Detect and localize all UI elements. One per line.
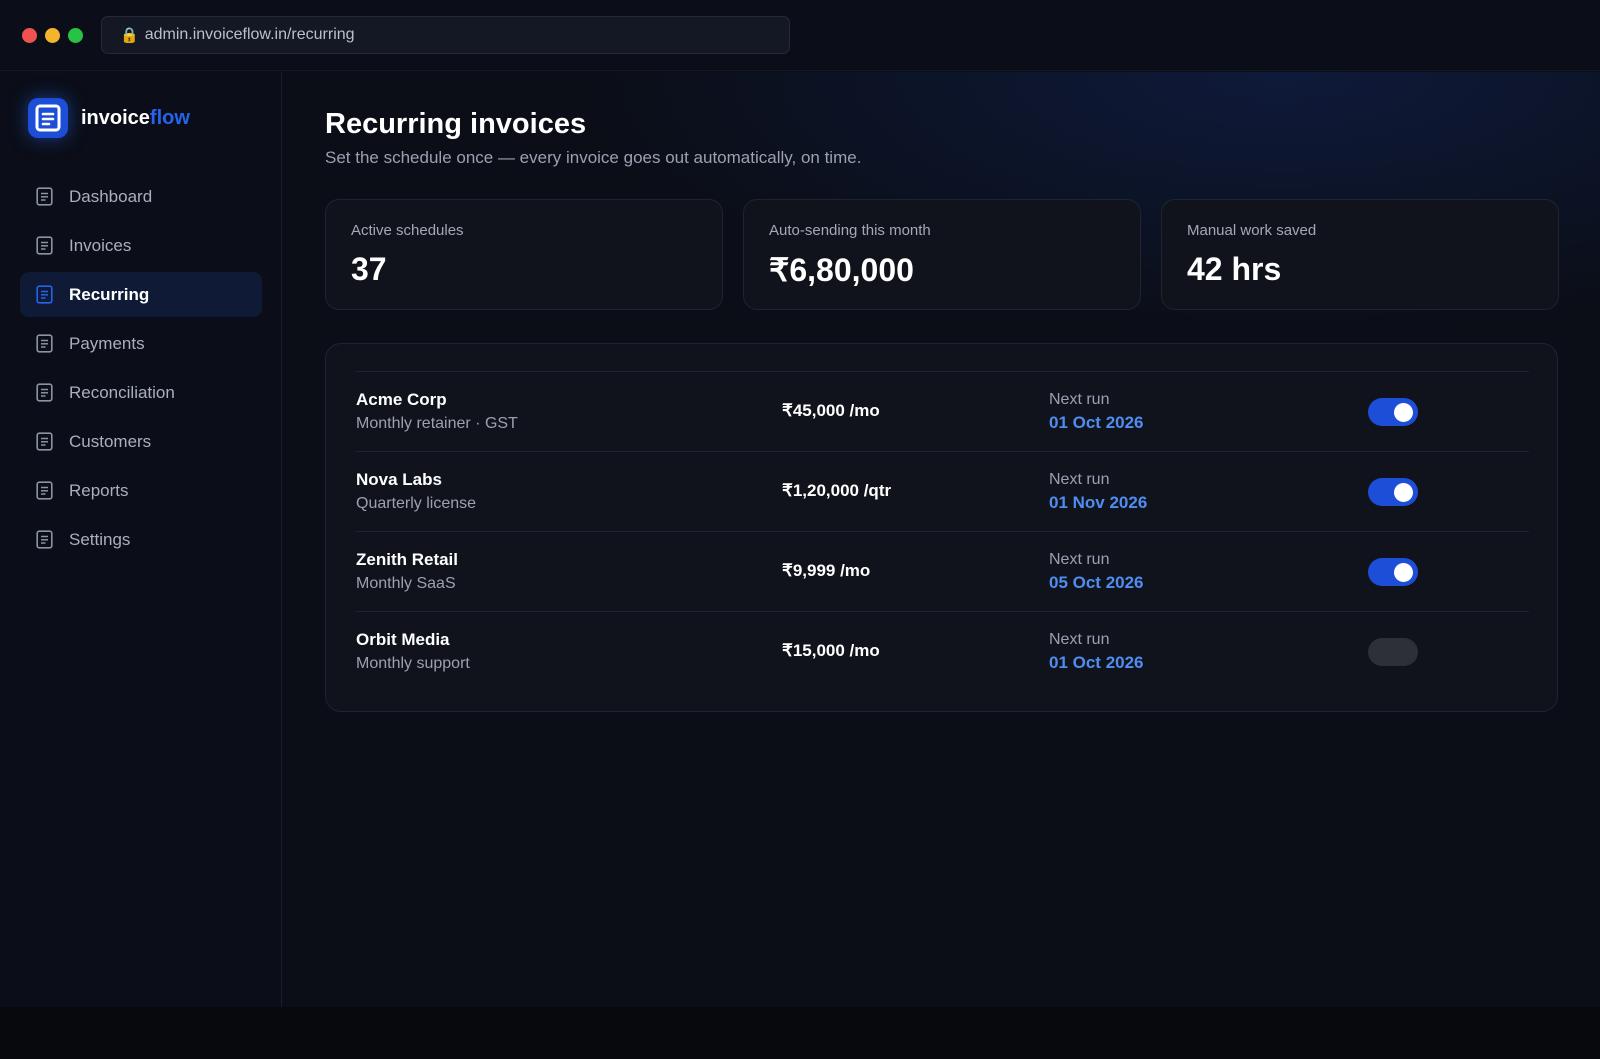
client-cell: Zenith Retail Monthly SaaS — [356, 550, 458, 593]
next-run-label: Next run — [1049, 471, 1110, 488]
sidebar-item-payments[interactable]: Payments — [20, 321, 262, 366]
client-name: Orbit Media — [356, 630, 450, 649]
page-subtitle: Set the schedule once — every invoice go… — [325, 148, 862, 167]
client-cell: Nova Labs Quarterly license — [356, 470, 476, 513]
document-icon — [36, 530, 53, 549]
schedule-toggle[interactable] — [1368, 558, 1418, 586]
amount: ₹1,20,000 /qtr — [782, 481, 892, 500]
amount: ₹45,000 /mo — [782, 401, 880, 420]
stat-card-auto-sending: Auto-sending this month ₹6,80,000 — [743, 199, 1141, 310]
sidebar-item-invoices[interactable]: Invoices — [20, 223, 262, 268]
main-content: Recurring invoices Set the schedule once… — [283, 72, 1600, 1007]
next-run-cell: Next run 01 Oct 2026 — [1049, 631, 1144, 673]
close-window-button[interactable] — [22, 28, 37, 43]
next-run-date: 01 Oct 2026 — [1049, 413, 1144, 432]
sidebar-item-label: Payments — [69, 333, 145, 353]
client-name: Zenith Retail — [356, 550, 459, 569]
brand-name: invoiceflow — [81, 107, 190, 130]
sidebar-item-label: Customers — [69, 431, 152, 451]
next-run-date: 05 Oct 2026 — [1049, 573, 1144, 592]
amount: ₹9,999 /mo — [782, 561, 871, 580]
lock-icon: 🔒 — [120, 27, 139, 44]
recurring-schedules-table: Acme Corp Monthly retainer · GST ₹45,000… — [325, 343, 1558, 712]
next-run-cell: Next run 01 Nov 2026 — [1049, 471, 1147, 513]
toggle-knob — [1394, 563, 1413, 582]
next-run-cell: Next run 01 Oct 2026 — [1049, 391, 1144, 433]
sidebar-item-label: Reports — [69, 480, 129, 500]
document-icon — [36, 383, 53, 402]
sidebar-item-label: Dashboard — [69, 186, 153, 206]
schedule-toggle[interactable] — [1368, 638, 1418, 666]
stat-card-active-schedules: Active schedules 37 — [325, 199, 723, 310]
table-row[interactable]: Orbit Media Monthly support ₹15,000 /mo … — [356, 611, 1529, 691]
client-description: Monthly retainer · GST — [356, 415, 518, 432]
stat-card-manual-work-saved: Manual work saved 42 hrs — [1161, 199, 1559, 310]
toggle-knob — [1394, 483, 1413, 502]
stat-label: Auto-sending this month — [769, 222, 931, 239]
client-name: Acme Corp — [356, 390, 447, 409]
document-icon — [36, 187, 53, 206]
document-icon — [36, 432, 53, 451]
sidebar-item-recurring[interactable]: Recurring — [20, 272, 262, 317]
sidebar-item-reports[interactable]: Reports — [20, 468, 262, 513]
client-name: Nova Labs — [356, 470, 442, 489]
stat-label: Manual work saved — [1187, 222, 1317, 239]
sidebar-item-label: Invoices — [69, 235, 132, 255]
schedule-toggle[interactable] — [1368, 478, 1418, 506]
brand[interactable]: invoiceflow — [28, 98, 190, 138]
client-description: Monthly support — [356, 655, 470, 672]
toggle-knob — [1394, 403, 1413, 422]
sidebar-item-customers[interactable]: Customers — [20, 419, 262, 464]
document-icon — [36, 285, 53, 304]
document-icon — [36, 481, 53, 500]
stat-value: 37 — [351, 251, 387, 287]
browser-titlebar: 🔒 admin.invoiceflow.in/recurring — [0, 0, 1600, 71]
sidebar-nav: Dashboard Invoices Recurring Payments Reconc… — [20, 174, 262, 566]
address-bar[interactable]: 🔒 admin.invoiceflow.in/recurring — [101, 16, 790, 54]
brand-name-accent: flow — [149, 106, 190, 129]
minimize-window-button[interactable] — [45, 28, 60, 43]
table-row[interactable]: Zenith Retail Monthly SaaS ₹9,999 /mo Ne… — [356, 531, 1529, 611]
document-icon — [36, 236, 53, 255]
next-run-cell: Next run 05 Oct 2026 — [1049, 551, 1144, 593]
maximize-window-button[interactable] — [68, 28, 83, 43]
next-run-date: 01 Oct 2026 — [1049, 653, 1144, 672]
next-run-label: Next run — [1049, 631, 1110, 648]
sidebar-item-label: Reconciliation — [69, 382, 175, 402]
client-description: Quarterly license — [356, 495, 477, 512]
client-description: Monthly SaaS — [356, 575, 456, 592]
next-run-date: 01 Nov 2026 — [1049, 493, 1148, 512]
client-cell: Orbit Media Monthly support — [356, 630, 470, 673]
brand-name-main: invoice — [81, 106, 150, 129]
sidebar-item-label: Settings — [69, 529, 131, 549]
bottom-strip — [0, 1007, 1600, 1059]
document-icon — [36, 334, 53, 353]
invoice-logo-icon — [28, 98, 68, 138]
next-run-label: Next run — [1049, 551, 1110, 568]
sidebar-item-settings[interactable]: Settings — [20, 517, 262, 562]
schedule-toggle[interactable] — [1368, 398, 1418, 426]
stat-value: ₹6,80,000 — [769, 252, 914, 288]
stat-value: 42 hrs — [1187, 251, 1282, 287]
page-title: Recurring invoices — [325, 108, 587, 140]
sidebar-item-reconciliation[interactable]: Reconciliation — [20, 370, 262, 415]
sidebar-item-label: Recurring — [69, 284, 150, 304]
stat-label: Active schedules — [351, 222, 464, 239]
sidebar: invoiceflow Dashboard Invoices Recurring Pa… — [0, 72, 282, 1007]
next-run-label: Next run — [1049, 391, 1110, 408]
sidebar-item-dashboard[interactable]: Dashboard — [20, 174, 262, 219]
browser-window: 🔒 admin.invoiceflow.in/recurring invoice… — [0, 0, 1600, 1007]
client-cell: Acme Corp Monthly retainer · GST — [356, 390, 518, 433]
table-row[interactable]: Nova Labs Quarterly license ₹1,20,000 /q… — [356, 451, 1529, 531]
table-row[interactable]: Acme Corp Monthly retainer · GST ₹45,000… — [356, 371, 1529, 451]
amount: ₹15,000 /mo — [782, 641, 880, 660]
url-text: admin.invoiceflow.in/recurring — [144, 26, 355, 43]
